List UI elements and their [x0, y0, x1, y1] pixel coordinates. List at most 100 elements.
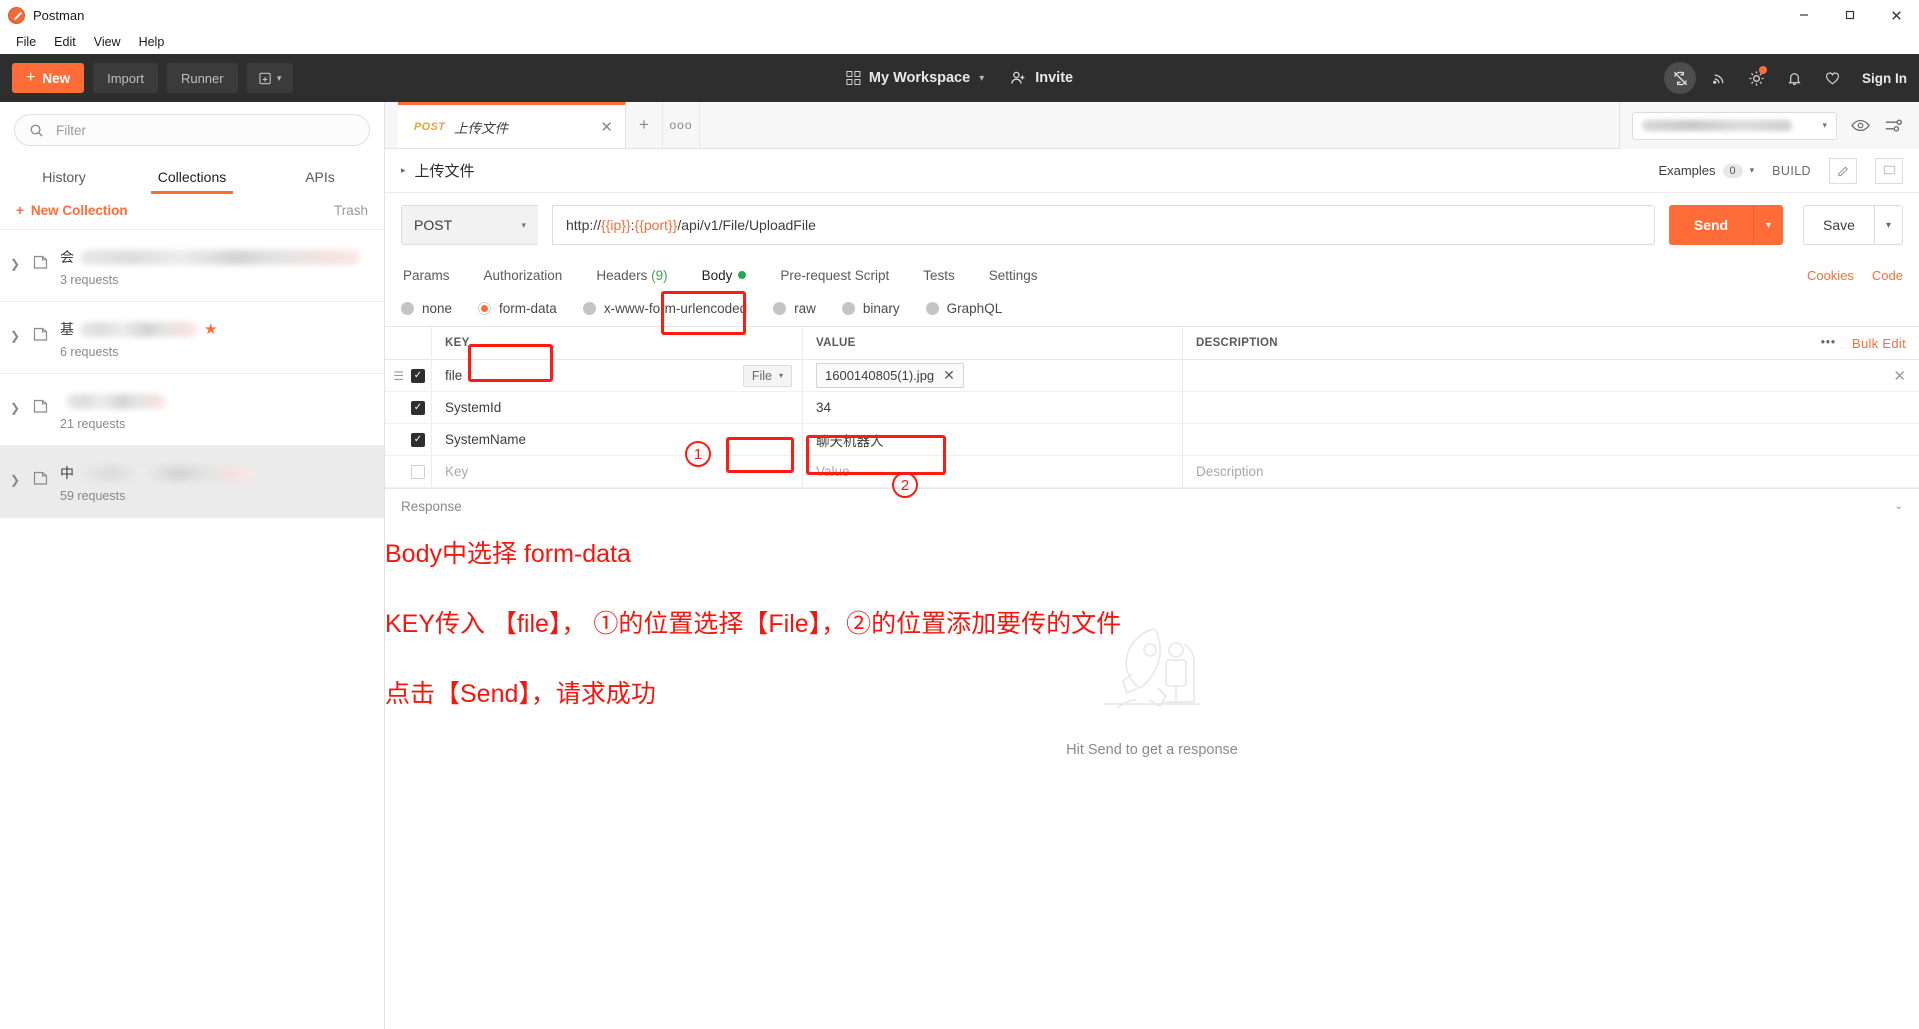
collection-name-redacted — [80, 321, 198, 337]
workspace-center: My Workspace ▾ Invite — [845, 70, 1073, 86]
row-value[interactable]: 34 — [802, 391, 1182, 424]
send-button-group: Send ▾ — [1669, 205, 1783, 245]
row-checkbox[interactable]: ✓ — [411, 368, 425, 383]
collection-row[interactable]: ❯ 21 requests — [0, 374, 384, 446]
search-input[interactable]: Filter — [14, 114, 370, 146]
body-type-none[interactable]: none — [401, 301, 452, 316]
body-type-graphql[interactable]: GraphQL — [925, 301, 1002, 316]
new-window-button[interactable]: ▾ — [246, 63, 293, 93]
empty-row-key[interactable]: Key — [431, 455, 802, 488]
file-type-selector[interactable]: File ▾ — [742, 364, 792, 387]
url-input[interactable]: http://{{ip}}: {{port}}/api/v1/File/Uploa… — [552, 205, 1655, 245]
broadcast-icon[interactable] — [1702, 62, 1734, 94]
body-type-form-data[interactable]: form-data — [478, 301, 557, 316]
file-value-chip[interactable]: 1600140805(1).jpg ✕ — [816, 363, 964, 388]
code-link[interactable]: Code — [1872, 268, 1903, 283]
sidebar-tab-apis[interactable]: APIs — [256, 169, 384, 194]
eye-icon[interactable] — [1851, 118, 1870, 133]
row-checkbox-unchecked[interactable] — [411, 464, 425, 479]
row-value[interactable]: 聊天机器人 — [802, 423, 1182, 456]
menu-help[interactable]: Help — [131, 32, 173, 52]
heart-icon[interactable] — [1816, 62, 1848, 94]
invite-button[interactable]: Invite — [1010, 70, 1073, 86]
new-button[interactable]: + New — [12, 63, 85, 93]
table-row[interactable]: ✓ SystemId 34 — [385, 391, 1919, 424]
examples-selector[interactable]: Examples 0 ▾ — [1658, 163, 1754, 178]
table-row[interactable]: ✓ SystemName 聊天机器人 — [385, 423, 1919, 456]
empty-row-description[interactable]: Description — [1182, 455, 1919, 488]
method-selector[interactable]: POST ▾ — [401, 205, 538, 245]
chevron-right-icon[interactable]: ❯ — [8, 460, 22, 487]
chevron-right-icon[interactable]: ❯ — [8, 244, 22, 271]
star-icon[interactable]: ★ — [204, 320, 217, 338]
row-description[interactable] — [1182, 359, 1919, 392]
save-button[interactable]: Save — [1803, 205, 1875, 245]
table-empty-row[interactable]: Key Value Description — [385, 455, 1919, 488]
sidebar-actions: + New Collection Trash — [0, 194, 384, 230]
row-description[interactable] — [1182, 423, 1919, 456]
chevron-right-icon[interactable]: ❯ — [8, 316, 22, 343]
row-checkbox[interactable]: ✓ — [411, 432, 425, 447]
collection-row[interactable]: ❯ 会 3 requests — [0, 230, 384, 302]
row-handle-cell: ✓ — [385, 432, 431, 447]
trash-button[interactable]: Trash — [334, 203, 368, 218]
sync-off-icon[interactable] — [1664, 62, 1696, 94]
close-icon[interactable]: ✕ — [600, 118, 613, 136]
tab-authorization[interactable]: Authorization — [482, 268, 565, 283]
table-more-options-icon[interactable]: ••• — [1821, 337, 1836, 349]
environment-selector[interactable]: ▾ — [1632, 111, 1837, 140]
row-checkbox[interactable]: ✓ — [411, 400, 425, 415]
tab-params[interactable]: Params — [401, 268, 452, 283]
expand-triangle-icon[interactable]: ▸ — [401, 165, 406, 176]
new-collection-button[interactable]: + New Collection — [16, 203, 128, 218]
empty-row-value[interactable]: Value — [802, 455, 1182, 488]
delete-row-icon[interactable]: ✕ — [1893, 367, 1906, 385]
drag-handle-icon[interactable]: ☰ — [393, 370, 404, 382]
row-key[interactable]: SystemName — [431, 423, 802, 456]
menu-edit[interactable]: Edit — [46, 32, 84, 52]
tab-options-icon[interactable]: ooo — [663, 102, 700, 148]
save-options-caret[interactable]: ▾ — [1875, 205, 1903, 245]
body-type-urlencoded[interactable]: x-www-form-urlencoded — [582, 301, 747, 316]
chevron-down-icon: ▾ — [979, 72, 985, 84]
collection-row-selected[interactable]: ❯ 中 59 requests — [0, 446, 384, 518]
row-description[interactable] — [1182, 391, 1919, 424]
import-button[interactable]: Import — [93, 63, 158, 93]
chevron-down-icon[interactable]: ⌄ — [1895, 501, 1903, 512]
workspace-selector[interactable]: My Workspace ▾ — [845, 70, 985, 86]
tab-tests[interactable]: Tests — [921, 268, 957, 283]
tab-settings[interactable]: Settings — [987, 268, 1040, 283]
bulk-edit-link[interactable]: Bulk Edit — [1852, 336, 1906, 351]
tab-headers[interactable]: Headers (9) — [594, 268, 669, 283]
table-row[interactable]: ☰ ✓ file File ▾ 1600140805(1).jpg ✕ ✕ — [385, 359, 1919, 392]
close-button[interactable] — [1873, 0, 1919, 30]
sidebar-tab-history[interactable]: History — [0, 169, 128, 194]
send-button[interactable]: Send — [1669, 205, 1753, 245]
minimize-button[interactable] — [1781, 0, 1827, 30]
collection-row[interactable]: ❯ 基 ★ 6 requests — [0, 302, 384, 374]
chevron-right-icon[interactable]: ❯ — [8, 388, 22, 415]
runner-button[interactable]: Runner — [166, 63, 238, 93]
maximize-button[interactable] — [1827, 0, 1873, 30]
new-tab-button[interactable]: + — [626, 102, 663, 148]
cookies-link[interactable]: Cookies — [1807, 268, 1854, 283]
row-key[interactable]: SystemId — [431, 391, 802, 424]
gear-icon[interactable] — [1740, 62, 1772, 94]
sign-in-button[interactable]: Sign In — [1862, 71, 1907, 86]
sidebar-tab-collections[interactable]: Collections — [128, 169, 256, 194]
body-type-binary[interactable]: binary — [841, 301, 900, 316]
bell-icon[interactable] — [1778, 62, 1810, 94]
menu-file[interactable]: File — [8, 32, 44, 52]
clear-file-icon[interactable]: ✕ — [943, 367, 955, 384]
tab-body[interactable]: Body — [700, 268, 749, 283]
url-variable-ip: {{ip}} — [601, 217, 631, 233]
row-key[interactable]: file File ▾ — [431, 359, 802, 392]
edit-pencil-icon[interactable] — [1829, 157, 1857, 184]
request-tab[interactable]: POST 上传文件 ✕ — [398, 102, 626, 148]
send-options-caret[interactable]: ▾ — [1753, 205, 1783, 245]
menu-view[interactable]: View — [86, 32, 129, 52]
sliders-icon[interactable] — [1884, 118, 1903, 134]
body-type-raw[interactable]: raw — [773, 301, 816, 316]
tab-pre-request-script[interactable]: Pre-request Script — [778, 268, 891, 283]
comment-icon[interactable] — [1875, 157, 1903, 184]
